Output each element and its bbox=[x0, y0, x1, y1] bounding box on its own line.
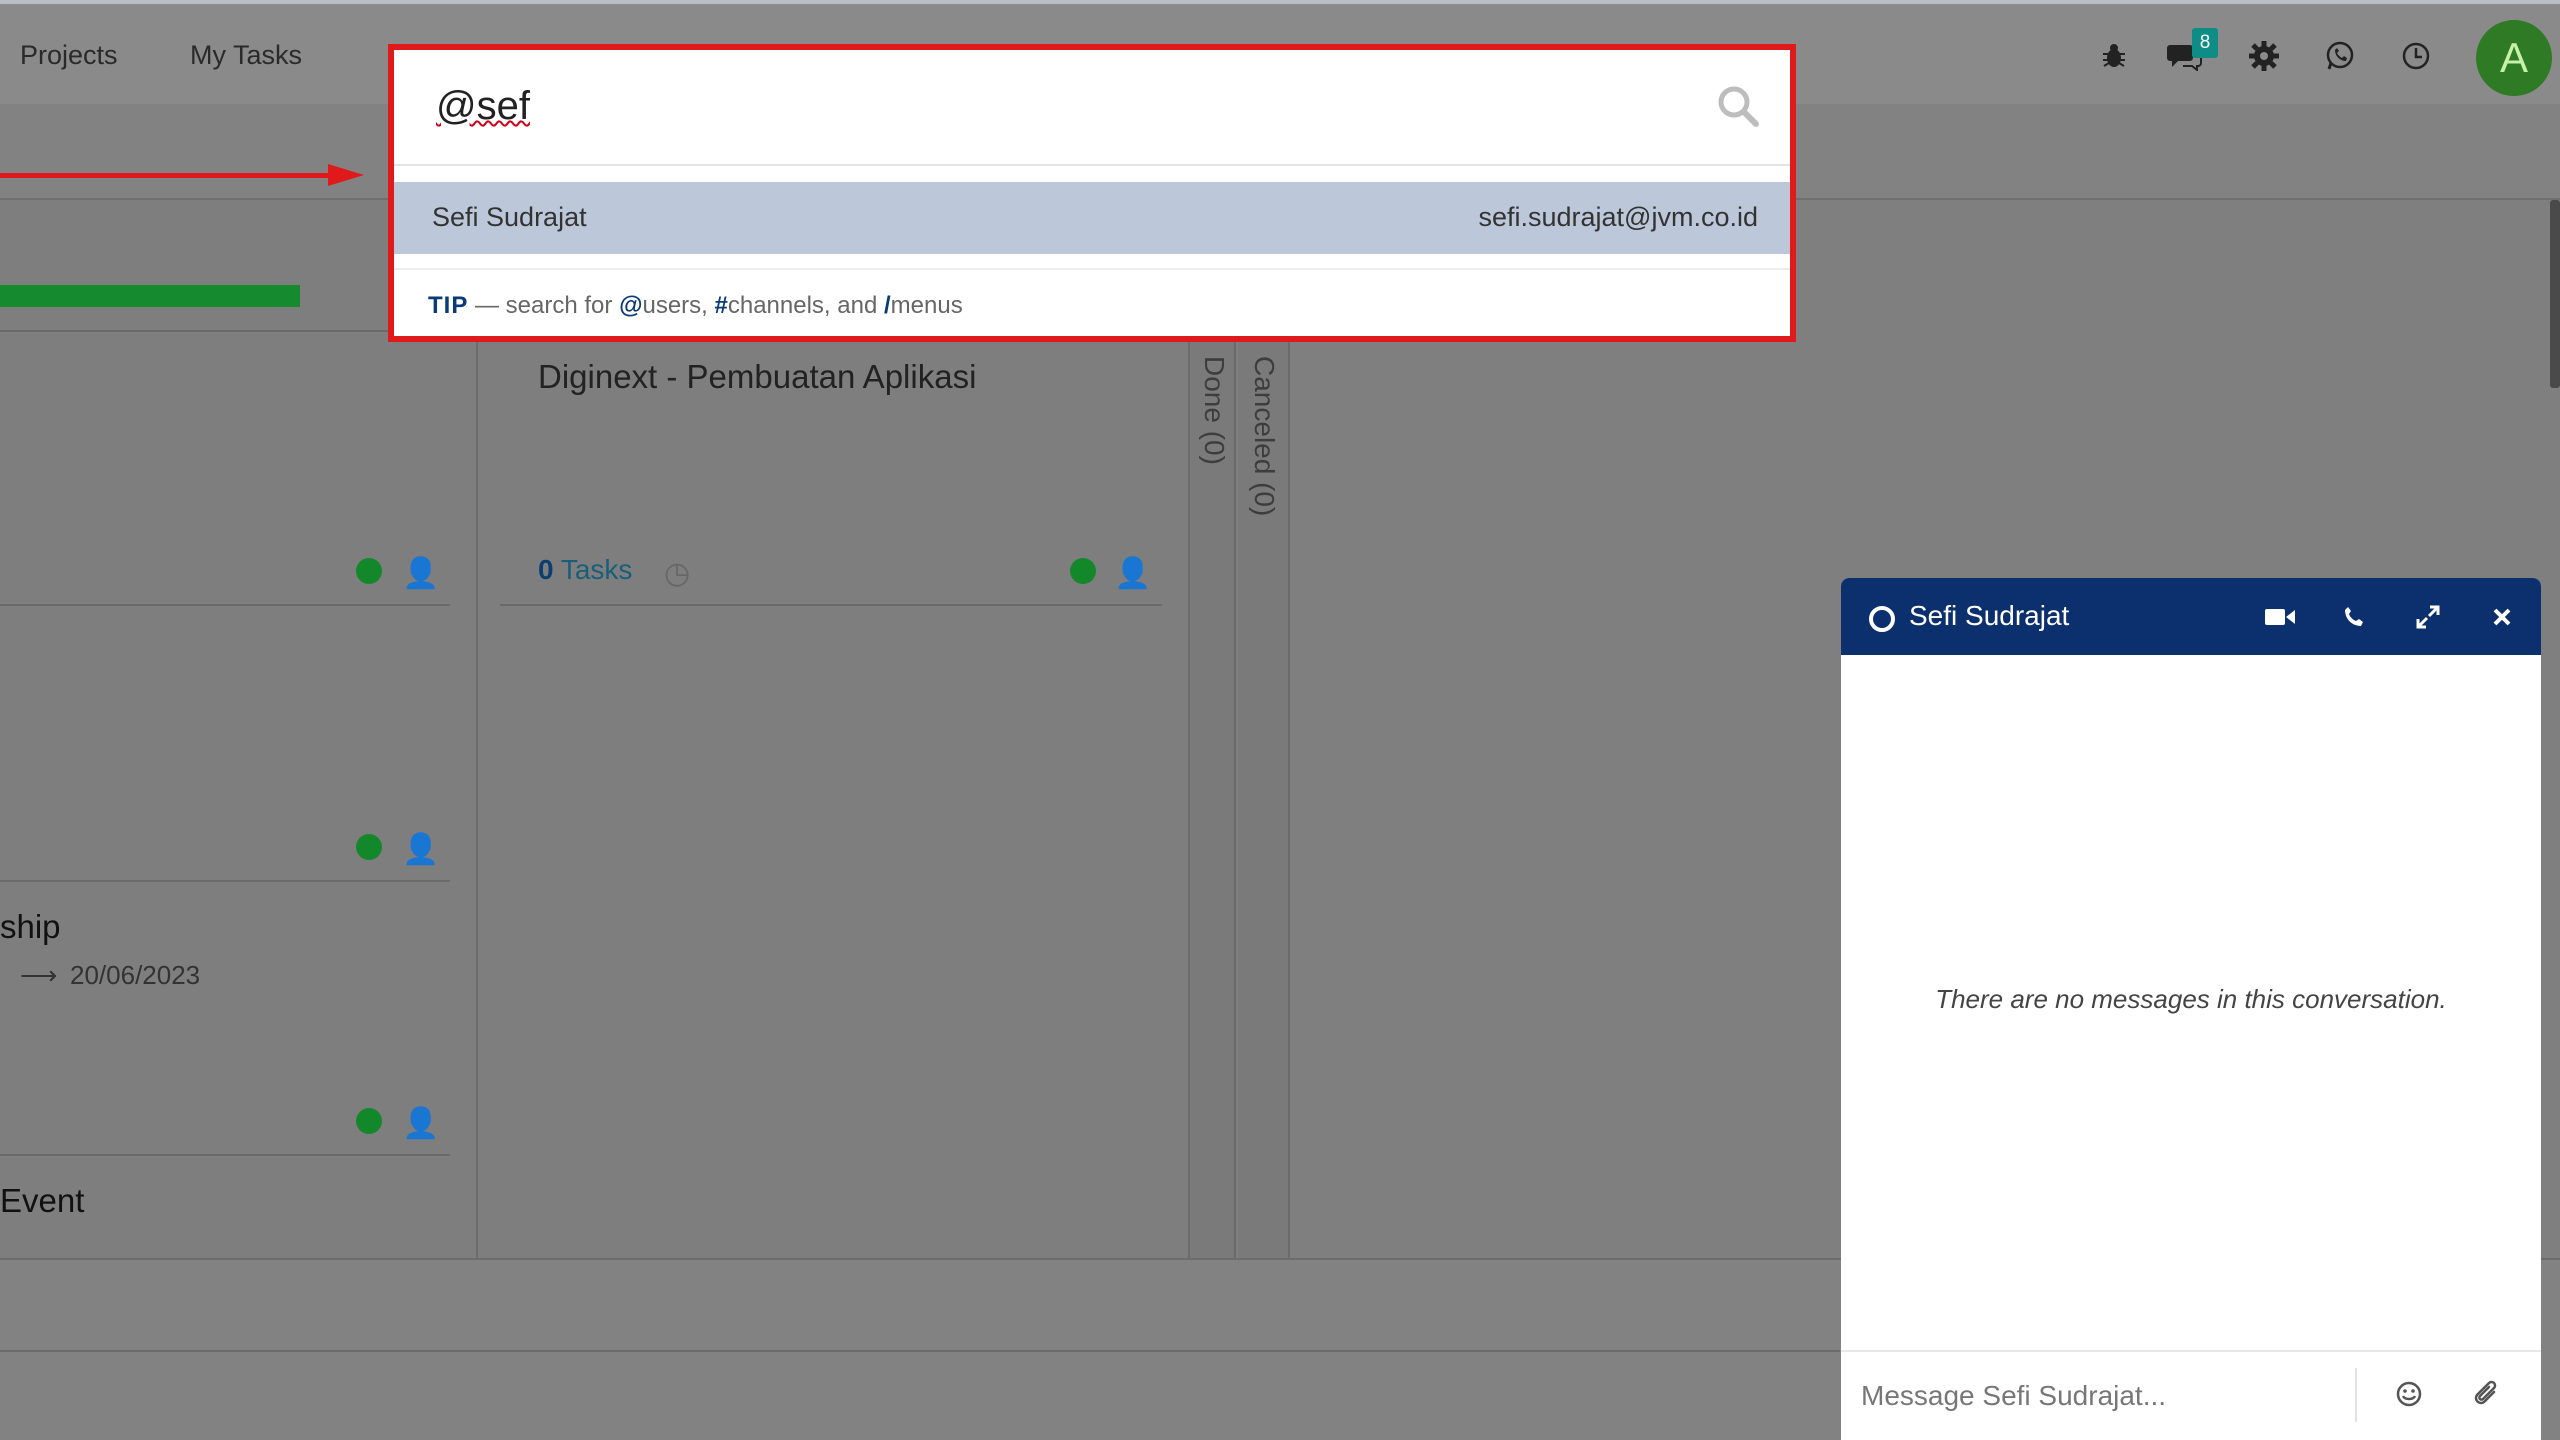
tasks-label: Tasks bbox=[553, 554, 633, 585]
tip-text: TIP — search for @users, #channels, and … bbox=[428, 292, 963, 319]
status-dot[interactable] bbox=[1070, 558, 1096, 584]
gear-icon[interactable] bbox=[2242, 34, 2286, 78]
expand-icon[interactable] bbox=[2409, 598, 2447, 636]
whatsapp-icon[interactable] bbox=[2318, 34, 2362, 78]
annotation-arrow-head bbox=[328, 164, 364, 186]
search-query[interactable]: @sef bbox=[436, 84, 530, 129]
chat-header[interactable]: Sefi Sudrajat bbox=[1841, 578, 2541, 655]
divider bbox=[0, 880, 450, 882]
nav-projects[interactable]: Projects bbox=[20, 40, 118, 71]
status-dot[interactable] bbox=[356, 558, 382, 584]
person-icon[interactable]: 👤 bbox=[402, 556, 439, 591]
search-input[interactable]: @sef bbox=[394, 50, 1790, 166]
divider bbox=[0, 330, 450, 332]
video-call-icon[interactable] bbox=[2261, 598, 2299, 636]
search-result-item[interactable]: Sefi Sudrajat sefi.sudrajat@jvm.co.id bbox=[394, 182, 1790, 254]
divider bbox=[500, 604, 1162, 606]
card-title[interactable]: Diginext - Pembuatan Aplikasi bbox=[538, 358, 976, 396]
progress-bar bbox=[0, 285, 300, 307]
attachment-icon[interactable] bbox=[2467, 1374, 2507, 1414]
person-icon[interactable]: 👤 bbox=[402, 832, 439, 867]
bug-icon[interactable] bbox=[2092, 34, 2136, 78]
clock-icon[interactable]: ◷ bbox=[664, 556, 690, 591]
scrollbar[interactable] bbox=[2550, 200, 2560, 388]
card-title[interactable]: ship bbox=[0, 908, 61, 946]
divider bbox=[0, 1350, 1840, 1352]
person-icon[interactable]: 👤 bbox=[402, 1106, 439, 1141]
message-input[interactable] bbox=[1859, 1368, 2333, 1424]
divider bbox=[2355, 1368, 2357, 1422]
phone-icon[interactable] bbox=[2335, 598, 2373, 636]
card-date: 20/06/2023 bbox=[70, 960, 201, 990]
kanban-column-left bbox=[0, 200, 478, 1258]
arrow-right-icon: ⟶ bbox=[20, 960, 58, 990]
chat-composer bbox=[1841, 1350, 2541, 1440]
chat-title[interactable]: Sefi Sudrajat bbox=[1909, 600, 2069, 632]
command-palette: @sef Sefi Sudrajat sefi.sudrajat@jvm.co.… bbox=[388, 44, 1796, 342]
card-title[interactable]: Event bbox=[0, 1182, 84, 1220]
result-email: sefi.sudrajat@jvm.co.id bbox=[1478, 202, 1758, 232]
clock-icon[interactable] bbox=[2394, 34, 2438, 78]
divider bbox=[0, 604, 450, 606]
tasks-count: 0 bbox=[538, 554, 554, 585]
status-dot[interactable] bbox=[356, 1108, 382, 1134]
divider bbox=[0, 1154, 450, 1156]
person-icon[interactable]: 👤 bbox=[1114, 556, 1151, 591]
chat-window: Sefi Sudrajat There are no messages in t… bbox=[1841, 578, 2541, 1440]
status-dot[interactable] bbox=[356, 834, 382, 860]
search-tip: TIP — search for @users, #channels, and … bbox=[394, 268, 1790, 336]
close-icon[interactable] bbox=[2483, 598, 2521, 636]
stage-label[interactable]: Canceled (0) bbox=[1248, 356, 1280, 516]
avatar[interactable]: A bbox=[2476, 20, 2552, 96]
search-icon bbox=[1718, 86, 1759, 127]
result-name: Sefi Sudrajat bbox=[432, 202, 587, 232]
stage-label[interactable]: Done (0) bbox=[1198, 356, 1230, 465]
nav-my-tasks[interactable]: My Tasks bbox=[190, 40, 302, 71]
status-icon bbox=[1869, 606, 1895, 632]
annotation-arrow bbox=[0, 173, 330, 178]
tasks-link[interactable]: 0 Tasks bbox=[538, 554, 632, 586]
empty-conversation-text: There are no messages in this conversati… bbox=[1935, 984, 2447, 1014]
notification-badge: 8 bbox=[2192, 28, 2218, 58]
emoji-icon[interactable] bbox=[2389, 1374, 2429, 1414]
